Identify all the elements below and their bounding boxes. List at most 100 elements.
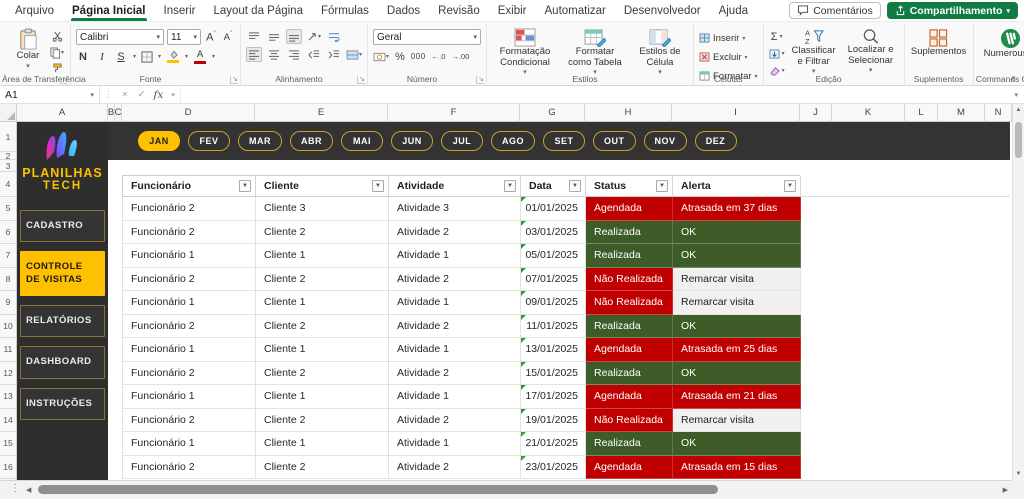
cell-cliente[interactable]: Cliente 1 [256,291,389,315]
format-as-table-button[interactable]: Formatar como Tabela ▾ [562,26,628,79]
cell-alerta[interactable]: Remarcar visita [673,268,801,292]
ribbon-tab[interactable]: Ajuda [710,0,757,21]
share-button[interactable]: Compartilhamento ▾ [887,2,1018,19]
row-header[interactable]: 11 [0,338,16,362]
sidebar-nav-item[interactable]: CONTROLE DE VISITAS [20,251,105,296]
cell-data[interactable]: 11/01/2025 [521,315,586,339]
cell-alerta[interactable]: Atrasada em 21 dias [673,385,801,409]
ribbon-tab[interactable]: Automatizar [536,0,615,21]
cell-status[interactable]: Realizada [586,244,673,268]
month-button[interactable]: JUL [441,131,483,151]
horizontal-scroll-thumb[interactable] [38,485,718,494]
merge-center-button[interactable]: ▾ [346,47,362,62]
cell-data[interactable]: 13/01/2025 [521,338,586,362]
cell-cliente[interactable]: Cliente 2 [256,315,389,339]
ribbon-tab[interactable]: Página Inicial [63,0,155,21]
cell-status[interactable]: Não Realizada [586,291,673,315]
borders-button[interactable] [141,51,153,63]
cell-cliente[interactable]: Cliente 2 [256,362,389,386]
month-button[interactable]: NOV [644,131,687,151]
cell-cliente[interactable]: Cliente 1 [256,338,389,362]
number-format-select[interactable]: Geral ▾ [373,29,481,45]
sidebar-nav-item[interactable]: CADASTRO [20,210,105,242]
find-select-button[interactable]: Localizar e Selecionar ▾ [843,26,899,77]
row-header[interactable]: 12 [0,362,16,386]
row-header[interactable]: 8 [0,268,16,292]
cut-button[interactable] [49,29,65,44]
month-button[interactable]: JUN [391,131,433,151]
align-middle-button[interactable] [266,29,282,44]
table-header-cell[interactable]: Cliente ▼ [256,176,389,196]
cell-status[interactable]: Não Realizada [586,268,673,292]
italic-button[interactable]: I [95,51,109,63]
cell-funcionario[interactable]: Funcionário 1 [123,385,256,409]
cell-funcionario[interactable]: Funcionário 1 [123,338,256,362]
font-color-button[interactable]: A [193,49,207,64]
cell-alerta[interactable]: Remarcar visita [673,291,801,315]
column-header[interactable]: N [985,104,1012,121]
row-header[interactable]: 13 [0,385,16,409]
cell-cliente[interactable]: Cliente 3 [256,197,389,221]
cell-funcionario[interactable]: Funcionário 2 [123,221,256,245]
horizontal-scrollbar[interactable]: ⋮ ◀ ▶ [0,480,1012,499]
cell-status[interactable]: Agendada [586,197,673,221]
cell-alerta[interactable]: OK [673,315,801,339]
cell-status[interactable]: Realizada [586,221,673,245]
cell-data[interactable]: 17/01/2025 [521,385,586,409]
ribbon-tab[interactable]: Fórmulas [312,0,378,21]
fill-button[interactable]: ▾ [769,46,785,61]
cell-atividade[interactable]: Atividade 1 [389,385,521,409]
column-header[interactable]: I [672,104,800,121]
table-header-cell[interactable]: Alerta ▼ [673,176,801,196]
grow-font-button[interactable]: Aˆ [204,31,218,44]
vertical-scroll-thumb[interactable] [1015,122,1022,158]
cell-cliente[interactable]: Cliente 2 [256,409,389,433]
row-header[interactable]: 10 [0,315,16,339]
cell-atividade[interactable]: Atividade 2 [389,268,521,292]
delete-cells-button[interactable]: Excluir ▾ [699,49,758,65]
cell-atividade[interactable]: Atividade 3 [389,197,521,221]
cell-data[interactable]: 07/01/2025 [521,268,586,292]
scroll-right-icon[interactable]: ▶ [1003,486,1008,494]
insert-cells-button[interactable]: Inserir ▾ [699,30,758,46]
ribbon-tab[interactable]: Revisão [429,0,489,21]
cell-funcionario[interactable]: Funcionário 2 [123,268,256,292]
row-header[interactable]: 15 [0,432,16,456]
conditional-formatting-button[interactable]: Formatação Condicional ▾ [492,26,558,79]
cell-status[interactable]: Realizada [586,362,673,386]
column-header[interactable]: K [832,104,905,121]
dialog-launcher-icon[interactable]: ↘ [357,76,365,84]
filter-icon[interactable]: ▼ [656,180,668,192]
collapse-ribbon-button[interactable]: ∧ [1010,74,1016,83]
name-box[interactable]: A1 ▾ [0,86,100,103]
sort-filter-button[interactable]: AZ Classificar e Filtrar ▾ [788,26,840,78]
ribbon-tab[interactable]: Desenvolvedor [615,0,710,21]
dialog-launcher-icon[interactable]: ↘ [476,76,484,84]
column-header[interactable]: D [122,104,255,121]
cell-atividade[interactable]: Atividade 1 [389,244,521,268]
orientation-button[interactable]: ▾ [306,29,322,44]
cell-atividade[interactable]: Atividade 1 [389,432,521,456]
cell-cliente[interactable]: Cliente 2 [256,456,389,480]
row-header[interactable]: 7 [0,244,16,268]
row-header[interactable]: 3 [0,160,16,172]
cell-data[interactable]: 23/01/2025 [521,456,586,480]
row-header[interactable]: 9 [0,291,16,315]
scroll-up-icon[interactable]: ▲ [1013,107,1024,113]
comments-button[interactable]: Comentários [789,2,881,19]
cell-funcionario[interactable]: Funcionário 2 [123,197,256,221]
cell-funcionario[interactable]: Funcionário 1 [123,291,256,315]
filter-icon[interactable]: ▼ [239,180,251,192]
cell-alerta[interactable]: OK [673,244,801,268]
shrink-font-button[interactable]: Aˇ [221,31,235,43]
formula-input[interactable] [180,86,1009,103]
cell-atividade[interactable]: Atividade 2 [389,315,521,339]
row-header[interactable]: 4 [0,172,16,197]
column-header[interactable]: M [938,104,985,121]
font-name-select[interactable]: Calibri ▾ [76,29,164,45]
cell-cliente[interactable]: Cliente 2 [256,221,389,245]
cell-cliente[interactable]: Cliente 2 [256,268,389,292]
cell-styles-button[interactable]: Estilos de Célula ▾ [632,26,688,79]
cell-status[interactable]: Realizada [586,432,673,456]
cell-status[interactable]: Agendada [586,456,673,480]
